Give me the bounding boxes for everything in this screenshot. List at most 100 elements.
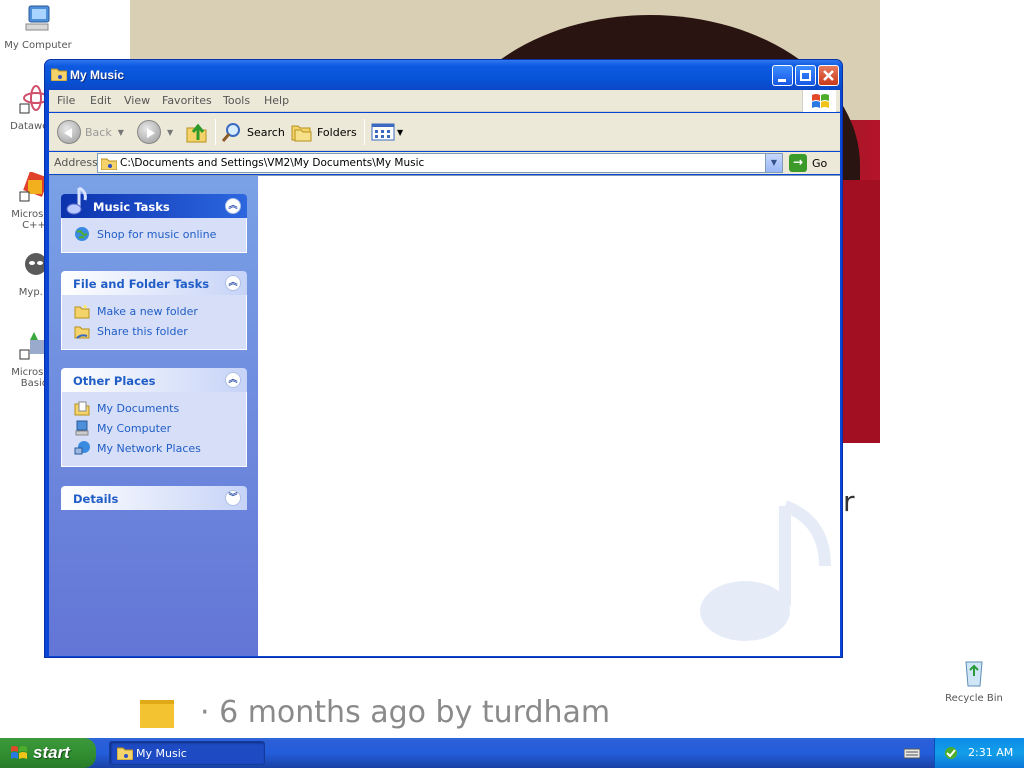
standard-toolbar: Back ▼ ▼ Search Folders ▼ xyxy=(49,113,840,151)
close-button[interactable] xyxy=(818,65,839,86)
folder-icon xyxy=(140,700,174,728)
documents-folder-icon xyxy=(74,401,90,416)
wallpaper-caption: · 6 months ago by turdham xyxy=(200,695,611,730)
search-button[interactable]: Search xyxy=(221,119,285,145)
views-button[interactable]: ▼ xyxy=(371,119,403,145)
panel-title: Music Tasks xyxy=(93,200,170,214)
back-button[interactable]: Back ▼ xyxy=(57,119,124,145)
go-label: Go xyxy=(812,156,828,170)
close-icon xyxy=(823,70,834,81)
menu-edit[interactable]: Edit xyxy=(90,94,111,107)
panel-file-folder-tasks: File and Folder Tasks ︽ Make a new folde… xyxy=(61,271,247,350)
task-share-folder[interactable]: Share this folder xyxy=(74,321,236,341)
chevron-down-icon[interactable]: ▼ xyxy=(167,128,173,137)
menu-file[interactable]: File xyxy=(57,94,75,107)
chevron-down-icon[interactable]: ▼ xyxy=(765,154,782,172)
keyboard-icon[interactable] xyxy=(904,746,920,760)
chevron-down-icon[interactable]: ︾ xyxy=(225,490,241,506)
panel-header[interactable]: Music Tasks ︽ xyxy=(61,186,247,218)
network-tray-icon[interactable] xyxy=(943,745,959,761)
chevron-down-icon[interactable]: ▼ xyxy=(118,128,124,137)
panel-header[interactable]: Other Places ︽ xyxy=(61,368,247,392)
panel-details: Details ︾ xyxy=(61,486,247,510)
minimize-button[interactable] xyxy=(772,65,793,86)
panel-header[interactable]: Details ︾ xyxy=(61,486,247,510)
window-titlebar[interactable]: My Music xyxy=(45,60,842,90)
minimize-icon xyxy=(778,79,786,82)
address-input[interactable]: C:\Documents and Settings\VM2\My Documen… xyxy=(97,153,783,173)
panel-header[interactable]: File and Folder Tasks ︽ xyxy=(61,271,247,295)
chevron-up-icon[interactable]: ︽ xyxy=(225,275,241,291)
file-list-area[interactable] xyxy=(258,176,840,656)
place-label: My Computer xyxy=(97,421,172,435)
start-label: start xyxy=(33,743,70,762)
start-button[interactable]: start xyxy=(0,738,96,768)
panel-title: Details xyxy=(73,492,119,506)
panel-title: Other Places xyxy=(73,374,156,388)
task-label: Share this folder xyxy=(97,324,188,338)
new-folder-icon xyxy=(74,304,90,319)
taskbar-button-my-music[interactable]: My Music xyxy=(109,741,265,765)
desktop-icon-label: Recycle Bin xyxy=(945,693,1003,704)
task-shop-music-online[interactable]: Shop for music online xyxy=(74,224,236,244)
chevron-up-icon[interactable]: ︽ xyxy=(225,198,241,214)
explorer-window: My Music File Edit View Favorites Tools … xyxy=(44,59,843,658)
chevron-down-icon[interactable]: ▼ xyxy=(397,128,403,137)
place-my-network-places[interactable]: My Network Places xyxy=(74,438,236,458)
task-label: Make a new folder xyxy=(97,304,198,318)
task-make-new-folder[interactable]: Make a new folder xyxy=(74,301,236,321)
menu-help[interactable]: Help xyxy=(264,94,289,107)
menu-tools[interactable]: Tools xyxy=(223,94,250,107)
search-label: Search xyxy=(247,125,285,139)
address-path: C:\Documents and Settings\VM2\My Documen… xyxy=(120,157,425,169)
maximize-icon xyxy=(800,70,811,81)
network-places-icon xyxy=(74,441,90,455)
music-folder-icon xyxy=(51,68,67,81)
place-my-documents[interactable]: My Documents xyxy=(74,398,236,418)
up-folder-button[interactable] xyxy=(185,119,209,145)
views-icon xyxy=(371,123,395,141)
panel-body: Make a new folder Share this folder xyxy=(61,295,247,350)
music-folder-icon xyxy=(117,747,133,760)
maximize-button[interactable] xyxy=(795,65,816,86)
globe-icon xyxy=(75,227,89,241)
place-my-computer[interactable]: My Computer xyxy=(74,418,236,438)
place-label: My Documents xyxy=(97,401,180,415)
folders-button[interactable]: Folders xyxy=(291,119,357,145)
window-title: My Music xyxy=(70,68,125,82)
system-tray: 2:31 AM xyxy=(934,738,1024,768)
clock[interactable]: 2:31 AM xyxy=(968,746,1013,759)
desktop-icon-my-computer[interactable]: My Computer xyxy=(2,3,74,51)
task-label: Shop for music online xyxy=(97,227,217,241)
desktop-icon-label: My Computer xyxy=(4,40,72,51)
menu-favorites[interactable]: Favorites xyxy=(162,94,212,107)
toolbar-separator xyxy=(364,119,365,145)
taskbar-button-label: My Music xyxy=(136,747,187,760)
folders-label: Folders xyxy=(317,125,357,139)
menu-view[interactable]: View xyxy=(124,94,150,107)
back-arrow-icon xyxy=(57,120,81,144)
panel-music-tasks: Music Tasks ︽ Shop for music online xyxy=(61,186,247,253)
computer-icon xyxy=(75,420,89,436)
up-folder-icon xyxy=(186,123,207,143)
desktop-icon-recycle-bin[interactable]: Recycle Bin xyxy=(938,656,1010,704)
place-label: My Network Places xyxy=(97,441,201,455)
go-button[interactable]: → Go xyxy=(789,153,827,173)
share-folder-icon xyxy=(74,326,90,339)
music-folder-icon xyxy=(101,158,117,170)
forward-button[interactable]: ▼ xyxy=(137,119,173,145)
panel-body: Shop for music online xyxy=(61,218,247,253)
content-area: Music Tasks ︽ Shop for music online File… xyxy=(49,175,840,656)
back-label: Back xyxy=(85,125,112,139)
music-note-watermark-icon xyxy=(700,500,831,641)
chevron-up-icon[interactable]: ︽ xyxy=(225,372,241,388)
panel-title: File and Folder Tasks xyxy=(73,277,210,291)
search-icon xyxy=(221,123,240,142)
forward-arrow-icon xyxy=(137,120,161,144)
taskbar: start My Music 2:31 AM xyxy=(0,738,1024,768)
task-pane: Music Tasks ︽ Shop for music online File… xyxy=(49,176,258,656)
computer-icon xyxy=(25,5,50,31)
panel-other-places: Other Places ︽ My Documents My Computer … xyxy=(61,368,247,467)
music-note-icon xyxy=(66,186,87,215)
address-bar: Address C:\Documents and Settings\VM2\My… xyxy=(49,152,840,174)
